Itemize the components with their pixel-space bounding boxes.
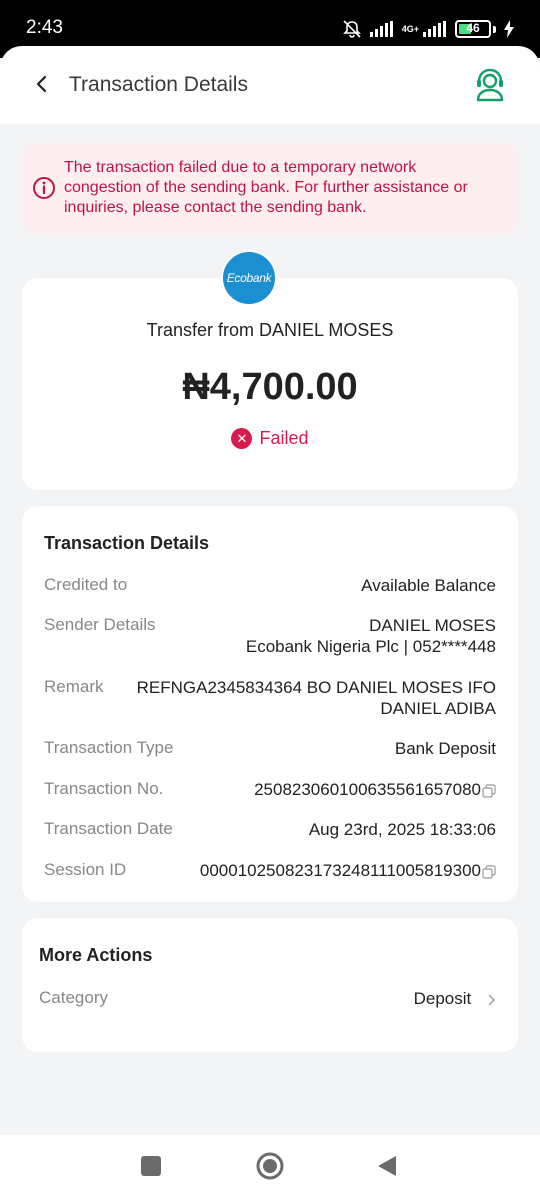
- signal-icon-2: [423, 21, 446, 37]
- battery-icon: 46: [455, 20, 491, 38]
- error-alert: The transaction failed due to a temporar…: [22, 142, 518, 234]
- info-icon: [33, 177, 55, 199]
- alert-message: The transaction failed due to a temporar…: [64, 159, 468, 216]
- category-value: Deposit: [413, 989, 472, 1008]
- battery-level: 46: [466, 21, 480, 35]
- app-header: Transaction Details: [0, 46, 540, 124]
- back-button[interactable]: [28, 70, 56, 98]
- transaction-number: 250823060100635561657080: [254, 780, 481, 799]
- remark-line-1: REFNGA2345834364 BO DANIEL MOSES IFO: [136, 678, 496, 697]
- detail-label: Credited to: [44, 575, 128, 594]
- bank-logo: Ecobank: [221, 250, 277, 306]
- copy-icon[interactable]: [482, 783, 496, 798]
- category-label: Category: [39, 988, 108, 1007]
- remark-line-2: DANIEL ADIBA: [380, 699, 496, 718]
- nav-recents-button[interactable]: [141, 1156, 161, 1181]
- more-actions-title: More Actions: [39, 945, 153, 965]
- transaction-details-card: Transaction Details Credited to Availabl…: [22, 506, 518, 902]
- failed-x-icon: ✕: [231, 428, 253, 449]
- page-title: Transaction Details: [69, 73, 248, 96]
- sender-bank: Ecobank Nigeria Plc | 052****448: [245, 637, 496, 656]
- transaction-summary-card: Transfer from DANIEL MOSES ₦4,700.00 ✕ F…: [22, 278, 518, 490]
- copy-icon[interactable]: [482, 864, 496, 879]
- charging-icon: [504, 20, 514, 38]
- detail-label: Remark: [44, 677, 104, 696]
- system-nav-bar: [0, 1135, 540, 1200]
- network-type: 4G+: [401, 23, 419, 34]
- detail-value: Bank Deposit: [394, 739, 496, 758]
- nav-recents-icon: [141, 1156, 161, 1176]
- signal-icon: [369, 21, 393, 37]
- nav-home-button[interactable]: [256, 1152, 284, 1185]
- status-badge: Failed: [259, 428, 309, 448]
- sender-name: DANIEL MOSES: [369, 616, 496, 635]
- session-id: 000010250823173248111005819300: [199, 861, 481, 880]
- transaction-amount: ₦4,700.00: [182, 366, 358, 408]
- bell-off-icon: [342, 20, 361, 38]
- detail-label: Session ID: [44, 860, 127, 879]
- back-arrow-icon: [36, 75, 47, 93]
- customer-support-icon: [476, 68, 504, 102]
- detail-label: Transaction Type: [44, 738, 174, 757]
- details-section-title: Transaction Details: [44, 533, 210, 553]
- customer-support-button[interactable]: [474, 68, 506, 102]
- status-row: ✕ Failed: [22, 428, 518, 449]
- detail-label: Transaction No.: [44, 779, 164, 798]
- nav-home-icon: [256, 1152, 284, 1180]
- nav-back-icon: [378, 1156, 396, 1176]
- nav-back-button[interactable]: [377, 1155, 397, 1182]
- more-actions-card: More Actions Category Deposit: [22, 918, 518, 1052]
- bank-logo-text: Ecobank: [226, 271, 272, 285]
- status-icons: 4G+ 46: [342, 16, 514, 42]
- detail-label: Transaction Date: [44, 819, 173, 838]
- detail-value: Available Balance: [361, 576, 496, 595]
- detail-value: Aug 23rd, 2025 18:33:06: [308, 820, 496, 839]
- detail-label: Sender Details: [44, 615, 156, 634]
- chevron-right-icon: [488, 994, 496, 1005]
- transfer-title: Transfer from DANIEL MOSES: [146, 320, 394, 340]
- status-time: 2:43: [26, 17, 63, 38]
